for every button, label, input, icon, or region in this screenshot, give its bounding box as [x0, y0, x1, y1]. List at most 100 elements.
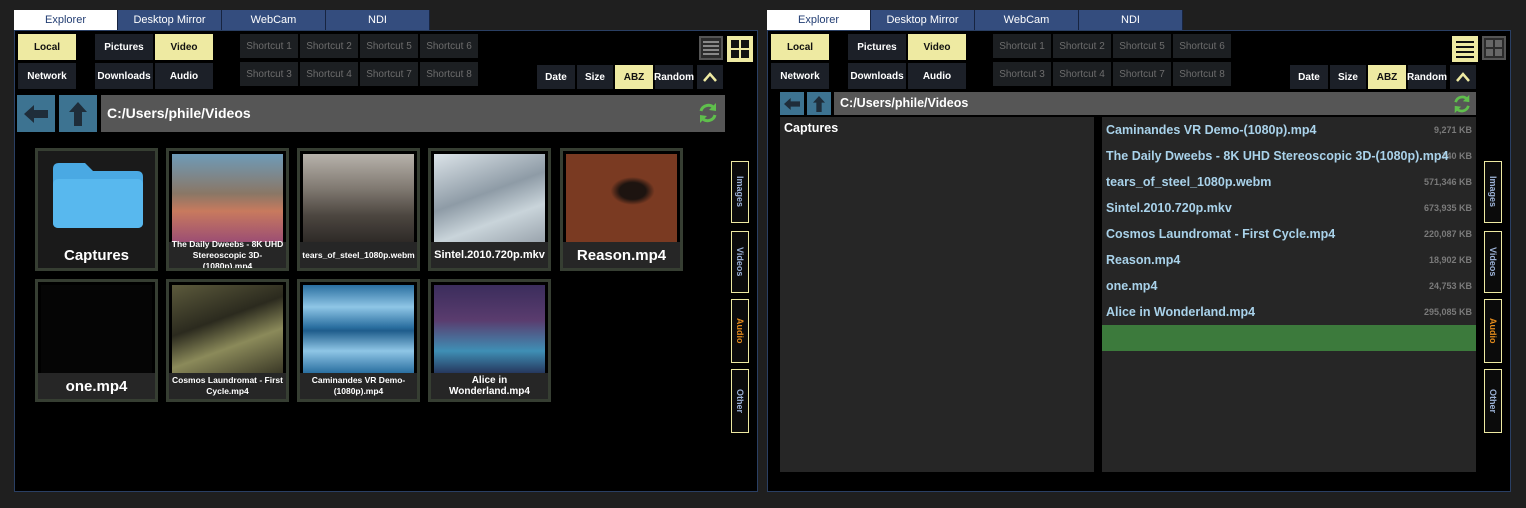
- downloads-button[interactable]: Downloads: [95, 63, 153, 89]
- shortcut-1-button[interactable]: Shortcut 1: [240, 34, 298, 58]
- video-thumbnail: [434, 154, 545, 242]
- file-row[interactable]: tears_of_steel_1080p.webm 571,346 KB: [1102, 169, 1476, 195]
- tab-ndi[interactable]: NDI: [326, 10, 430, 30]
- up-button[interactable]: [59, 95, 97, 132]
- tab-webcam[interactable]: WebCam: [222, 10, 326, 30]
- video-button[interactable]: Video: [155, 34, 213, 60]
- grid-item-daily-dweebs[interactable]: The Daily Dweebs - 8K UHD Stereoscopic 3…: [166, 148, 289, 271]
- sort-date-button[interactable]: Date: [1290, 65, 1328, 89]
- shortcut-2-button[interactable]: Shortcut 2: [300, 34, 358, 58]
- grid-item-cosmos-laundromat[interactable]: Cosmos Laundromat - First Cycle.mp4: [166, 279, 289, 402]
- file-row[interactable]: 740 KB The Daily Dweebs - 8K UHD Stereosc…: [1102, 143, 1476, 169]
- tile-caption: Alice in Wonderland.mp4: [431, 373, 548, 399]
- file-row[interactable]: Cosmos Laundromat - First Cycle.mp4 220,0…: [1102, 221, 1476, 247]
- shortcut-4-button[interactable]: Shortcut 4: [1053, 62, 1111, 86]
- tab-explorer[interactable]: Explorer: [767, 10, 871, 30]
- tile-caption: The Daily Dweebs - 8K UHD Stereoscopic 3…: [169, 239, 286, 268]
- file-name: Caminandes VR Demo-(1080p).mp4: [1106, 123, 1317, 137]
- explorer-frame: Local Network Pictures Downloads Video A…: [14, 30, 758, 492]
- network-button[interactable]: Network: [771, 63, 829, 89]
- collapse-toolbar-button[interactable]: [1450, 65, 1476, 89]
- file-row[interactable]: Reason.mp4 18,902 KB: [1102, 247, 1476, 273]
- shortcut-5-button[interactable]: Shortcut 5: [1113, 34, 1171, 58]
- tile-caption: Reason.mp4: [563, 242, 680, 268]
- shortcut-3-button[interactable]: Shortcut 3: [240, 62, 298, 86]
- shortcut-8-button[interactable]: Shortcut 8: [1173, 62, 1231, 86]
- folder-icon: [53, 163, 143, 228]
- video-thumbnail: [41, 285, 152, 373]
- side-tab-images[interactable]: Images: [1484, 161, 1502, 223]
- chevron-up-icon: [703, 72, 717, 82]
- sort-size-button[interactable]: Size: [1330, 65, 1366, 89]
- grid-item-tears-of-steel[interactable]: tears_of_steel_1080p.webm: [297, 148, 420, 271]
- shortcut-3-button[interactable]: Shortcut 3: [993, 62, 1051, 86]
- audio-button[interactable]: Audio: [908, 63, 966, 89]
- grid-view-icon[interactable]: [1482, 36, 1506, 60]
- sort-random-button[interactable]: Random: [654, 65, 694, 89]
- side-tab-other[interactable]: Other: [1484, 369, 1502, 433]
- video-thumbnail: [172, 154, 283, 242]
- sort-date-button[interactable]: Date: [537, 65, 575, 89]
- sort-abz-button[interactable]: ABZ: [615, 65, 653, 89]
- side-tab-images[interactable]: Images: [731, 161, 749, 223]
- pictures-button[interactable]: Pictures: [95, 34, 153, 60]
- tab-desktop-mirror[interactable]: Desktop Mirror: [118, 10, 222, 30]
- file-size: 673,935 KB: [1423, 203, 1472, 213]
- grid-item-alice[interactable]: Alice in Wonderland.mp4: [428, 279, 551, 402]
- grid-item-sintel[interactable]: Sintel.2010.720p.mkv: [428, 148, 551, 271]
- shortcut-2-button[interactable]: Shortcut 2: [1053, 34, 1111, 58]
- file-size: 18,902 KB: [1428, 255, 1472, 265]
- current-path: C:/Users/phile/Videos: [107, 105, 251, 121]
- file-row[interactable]: Sintel.2010.720p.mkv 673,935 KB: [1102, 195, 1476, 221]
- sort-abz-button[interactable]: ABZ: [1368, 65, 1406, 89]
- tab-ndi[interactable]: NDI: [1079, 10, 1183, 30]
- up-button[interactable]: [807, 92, 831, 115]
- shortcut-5-button[interactable]: Shortcut 5: [360, 34, 418, 58]
- side-tab-other[interactable]: Other: [731, 369, 749, 433]
- folder-row-captures[interactable]: Captures: [784, 121, 838, 135]
- shortcut-6-button[interactable]: Shortcut 6: [1173, 34, 1231, 58]
- explorer-frame: Local Network Pictures Downloads Video A…: [767, 30, 1511, 492]
- refresh-icon[interactable]: [1452, 94, 1472, 114]
- local-button[interactable]: Local: [771, 34, 829, 60]
- side-tab-videos[interactable]: Videos: [731, 231, 749, 293]
- file-row[interactable]: one.mp4 24,753 KB: [1102, 273, 1476, 299]
- grid-item-reason[interactable]: Reason.mp4: [560, 148, 683, 271]
- file-row[interactable]: Alice in Wonderland.mp4 295,085 KB: [1102, 299, 1476, 325]
- tab-webcam[interactable]: WebCam: [975, 10, 1079, 30]
- local-button[interactable]: Local: [18, 34, 76, 60]
- tab-desktop-mirror[interactable]: Desktop Mirror: [871, 10, 975, 30]
- file-name: The Daily Dweebs - 8K UHD Stereoscopic 3…: [1106, 149, 1449, 163]
- shortcut-7-button[interactable]: Shortcut 7: [1113, 62, 1171, 86]
- side-tab-audio[interactable]: Audio: [1484, 299, 1502, 363]
- back-button[interactable]: [17, 95, 55, 132]
- pictures-button[interactable]: Pictures: [848, 34, 906, 60]
- selected-row-highlight[interactable]: [1102, 325, 1476, 351]
- sort-size-button[interactable]: Size: [577, 65, 613, 89]
- file-row[interactable]: Caminandes VR Demo-(1080p).mp4 9,271 KB: [1102, 117, 1476, 143]
- shortcut-6-button[interactable]: Shortcut 6: [420, 34, 478, 58]
- file-name: Reason.mp4: [1106, 253, 1181, 267]
- shortcut-1-button[interactable]: Shortcut 1: [993, 34, 1051, 58]
- downloads-button[interactable]: Downloads: [848, 63, 906, 89]
- network-button[interactable]: Network: [18, 63, 76, 89]
- refresh-icon[interactable]: [697, 102, 719, 124]
- shortcut-7-button[interactable]: Shortcut 7: [360, 62, 418, 86]
- audio-button[interactable]: Audio: [155, 63, 213, 89]
- side-tab-audio[interactable]: Audio: [731, 299, 749, 363]
- list-view-icon[interactable]: [699, 36, 723, 60]
- grid-item-one[interactable]: one.mp4: [35, 279, 158, 402]
- side-tab-videos[interactable]: Videos: [1484, 231, 1502, 293]
- collapse-toolbar-button[interactable]: [697, 65, 723, 89]
- grid-item-captures[interactable]: Captures: [35, 148, 158, 271]
- shortcut-4-button[interactable]: Shortcut 4: [300, 62, 358, 86]
- sort-random-button[interactable]: Random: [1407, 65, 1447, 89]
- grid-view-icon[interactable]: [727, 36, 753, 62]
- grid-item-caminandes[interactable]: Caminandes VR Demo-(1080p).mp4: [297, 279, 420, 402]
- video-button[interactable]: Video: [908, 34, 966, 60]
- file-name: one.mp4: [1106, 279, 1158, 293]
- shortcut-8-button[interactable]: Shortcut 8: [420, 62, 478, 86]
- back-button[interactable]: [780, 92, 804, 115]
- tab-explorer[interactable]: Explorer: [14, 10, 118, 30]
- list-view-icon[interactable]: [1452, 36, 1478, 62]
